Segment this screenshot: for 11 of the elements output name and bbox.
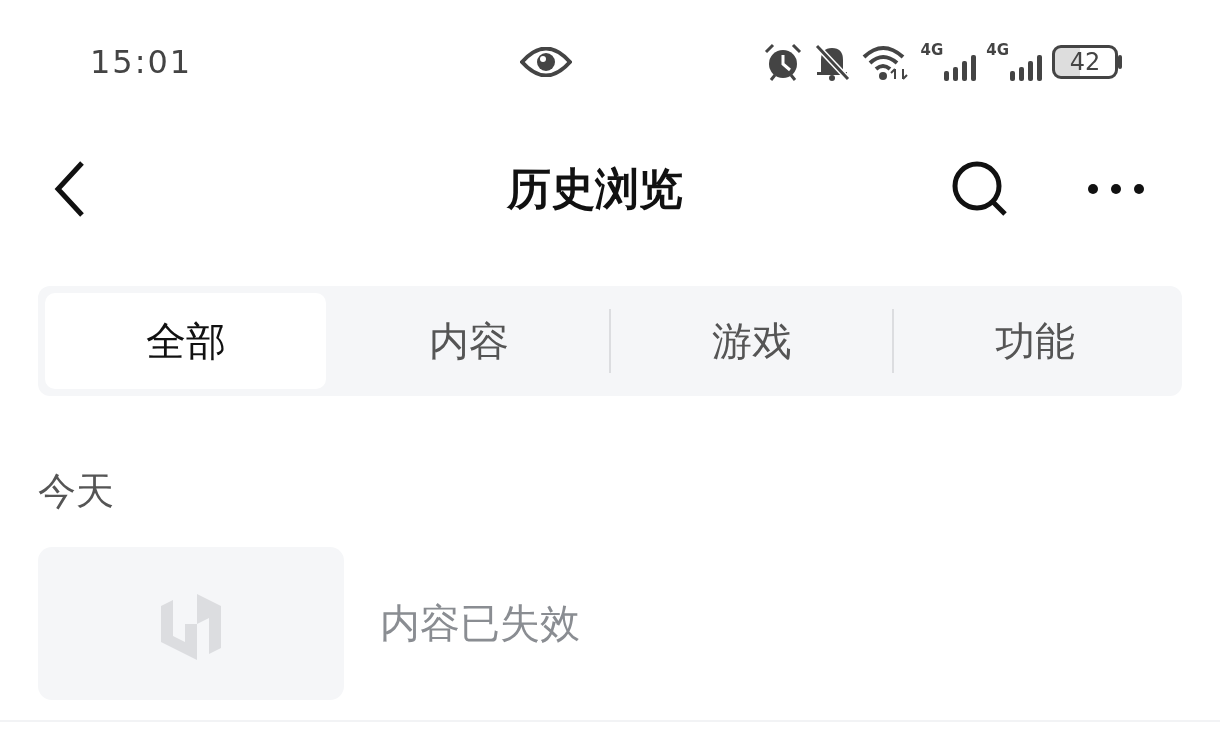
wifi-icon: [860, 43, 911, 81]
section-heading: 今天: [38, 468, 115, 515]
tab[interactable]: 全部: [45, 293, 326, 389]
tab[interactable]: 游戏: [611, 293, 892, 389]
eye-icon: [520, 47, 572, 77]
page-title: 历史浏览: [505, 161, 684, 216]
tab[interactable]: 内容: [328, 293, 609, 389]
more-button[interactable]: [1086, 182, 1146, 196]
alarm-icon: [762, 42, 803, 82]
clock-time: 15:01: [90, 43, 194, 81]
tab[interactable]: 功能: [894, 293, 1175, 389]
